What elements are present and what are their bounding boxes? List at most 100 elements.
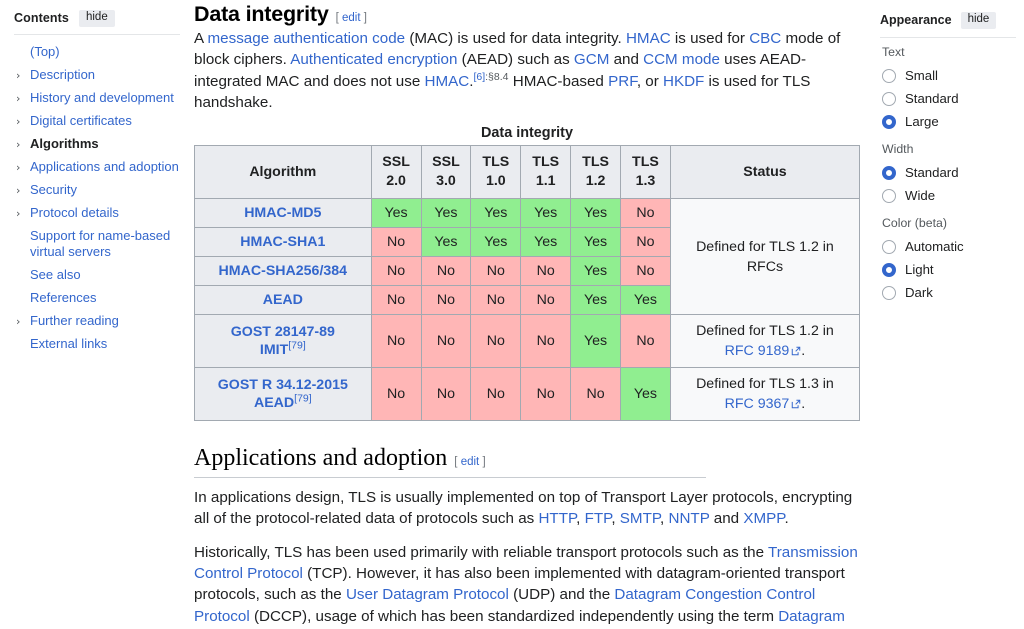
edit-link[interactable]: edit bbox=[342, 12, 361, 24]
header-label-line1: TLS bbox=[532, 154, 560, 171]
radio-unselected-icon[interactable] bbox=[882, 69, 896, 83]
table-header-cell: TLS 1.1 bbox=[520, 145, 572, 200]
link-udp[interactable]: User Datagram Protocol bbox=[346, 586, 509, 603]
radio-selected-icon[interactable] bbox=[882, 115, 896, 129]
link-gcm[interactable]: GCM bbox=[574, 51, 609, 68]
sidebar-item-algorithms[interactable]: Algorithms bbox=[14, 133, 182, 156]
appearance-option-light[interactable]: Light bbox=[880, 259, 1016, 282]
support-cell: No bbox=[470, 285, 522, 316]
text-fragment: and bbox=[609, 51, 644, 69]
appearance-option-automatic[interactable]: Automatic bbox=[880, 236, 1016, 259]
article-page: Contents hide (Top) › Description › History … bbox=[0, 0, 1024, 629]
citation-page: :§8.4 bbox=[485, 70, 509, 83]
chevron-right-icon[interactable]: › bbox=[16, 183, 20, 199]
algorithm-cell[interactable]: GOST 28147-89 IMIT[79] bbox=[194, 314, 372, 369]
toc-hide-button[interactable]: hide bbox=[78, 10, 115, 27]
appearance-group-label: Width bbox=[882, 141, 914, 156]
link-http[interactable]: HTTP bbox=[538, 510, 576, 527]
sidebar-item-see-also[interactable]: See also bbox=[14, 264, 182, 287]
sidebar-item-references[interactable]: References bbox=[14, 287, 182, 310]
chevron-right-icon[interactable]: › bbox=[16, 160, 20, 176]
rfc-link[interactable]: RFC 9189 bbox=[725, 343, 790, 359]
support-cell: Yes bbox=[570, 198, 622, 229]
radio-unselected-icon[interactable] bbox=[882, 189, 896, 203]
link-ccm-mode[interactable]: CCM mode bbox=[643, 51, 720, 68]
bracket-close: ] bbox=[482, 456, 486, 469]
appearance-group-spacer bbox=[880, 305, 1016, 309]
appearance-option-small[interactable]: Small bbox=[880, 65, 1016, 88]
radio-unselected-icon[interactable] bbox=[882, 240, 896, 254]
support-cell: No bbox=[620, 198, 671, 229]
appearance-option-label: Small bbox=[905, 68, 938, 83]
header-label-line2: 1.1 bbox=[535, 173, 556, 190]
link-xmpp[interactable]: XMPP bbox=[743, 510, 784, 527]
table-row: GOST 28147-89 IMIT[79] No No No No Yes No Define… bbox=[194, 314, 861, 369]
text-fragment: . bbox=[784, 510, 789, 528]
applications-paragraph-1: In applications design, TLS is usually i… bbox=[194, 487, 862, 530]
support-cell: Yes bbox=[570, 227, 622, 258]
link-hmac-2[interactable]: HMAC bbox=[425, 73, 470, 90]
chevron-right-icon[interactable]: › bbox=[16, 137, 20, 153]
link-message-authentication-code[interactable]: message authentication code bbox=[208, 30, 406, 47]
sidebar-item-applications-and-adoption[interactable]: Applications and adoption bbox=[14, 156, 182, 179]
text-fragment: (MAC) is used for data integrity. bbox=[405, 30, 626, 47]
appearance-hide-button[interactable]: hide bbox=[960, 12, 997, 29]
link-hkdf[interactable]: HKDF bbox=[663, 73, 704, 90]
toc-item: References bbox=[14, 287, 182, 310]
appearance-option-wide[interactable]: Wide bbox=[880, 185, 1016, 208]
support-cell: Yes bbox=[420, 227, 472, 258]
sidebar-item-external-links[interactable]: External links bbox=[14, 333, 182, 356]
radio-unselected-icon[interactable] bbox=[882, 286, 896, 300]
data-integrity-paragraph: A message authentication code (MAC) is u… bbox=[194, 28, 862, 113]
edit-link-applications[interactable]: edit bbox=[461, 456, 480, 468]
sidebar-item-protocol-details[interactable]: Protocol details bbox=[14, 202, 182, 225]
algorithm-cell[interactable]: GOST R 34.12-2015 AEAD[79] bbox=[194, 367, 372, 422]
status-cell: Defined for TLS 1.3 in RFC 9367. bbox=[669, 367, 861, 422]
link-prf[interactable]: PRF bbox=[608, 73, 637, 90]
citation-ref[interactable]: [79] bbox=[294, 392, 312, 404]
link-nntp[interactable]: NNTP bbox=[668, 510, 709, 527]
appearance-group-label: Text bbox=[882, 44, 905, 59]
algorithm-cell[interactable]: HMAC-SHA1 bbox=[194, 227, 372, 258]
citation-link[interactable]: [6] bbox=[473, 71, 485, 83]
chevron-right-icon[interactable]: › bbox=[16, 114, 20, 130]
header-label-line1: SSL bbox=[432, 154, 460, 171]
citation-ref[interactable]: [79] bbox=[288, 339, 306, 351]
appearance-option-dark[interactable]: Dark bbox=[880, 282, 1016, 305]
chevron-right-icon[interactable]: › bbox=[16, 91, 20, 107]
sidebar-item-support-for-name-based-virtual-servers[interactable]: Support for name-based virtual servers bbox=[14, 225, 182, 264]
status-cell: Defined for TLS 1.2 in RFCs bbox=[669, 198, 861, 316]
support-cell: Yes bbox=[570, 285, 622, 316]
chevron-right-icon[interactable]: › bbox=[16, 314, 20, 330]
sidebar-item-security[interactable]: Security bbox=[14, 179, 182, 202]
table-row: HMAC-MD5 Yes Yes Yes Yes Yes No Defined for TLS… bbox=[194, 198, 861, 316]
link-authenticated-encryption[interactable]: Authenticated encryption bbox=[290, 51, 457, 68]
radio-unselected-icon[interactable] bbox=[882, 92, 896, 106]
sidebar-item-description[interactable]: Description bbox=[14, 64, 182, 87]
sidebar-item-history-and-development[interactable]: History and development bbox=[14, 87, 182, 110]
link-cbc[interactable]: CBC bbox=[749, 30, 781, 47]
text-fragment: (AEAD) such as bbox=[457, 51, 574, 69]
algorithm-cell[interactable]: HMAC-MD5 bbox=[194, 198, 372, 229]
rfc-link[interactable]: RFC 9367 bbox=[725, 396, 790, 412]
radio-selected-icon[interactable] bbox=[882, 263, 896, 277]
table-caption: Data integrity bbox=[481, 125, 573, 142]
sidebar-item-further-reading[interactable]: Further reading bbox=[14, 310, 182, 333]
link-ftp[interactable]: FTP bbox=[585, 510, 612, 527]
chevron-right-icon[interactable]: › bbox=[16, 206, 20, 222]
sidebar-item-digital-certificates[interactable]: Digital certificates bbox=[14, 110, 182, 133]
chevron-right-icon[interactable]: › bbox=[16, 68, 20, 84]
appearance-option-standard[interactable]: Standard bbox=[880, 88, 1016, 111]
radio-selected-icon[interactable] bbox=[882, 166, 896, 180]
appearance-option-standard[interactable]: Standard bbox=[880, 162, 1016, 185]
status-text: Defined for TLS 1.2 in bbox=[696, 323, 834, 340]
link-smtp[interactable]: SMTP bbox=[620, 510, 660, 527]
header-label-line2: 1.0 bbox=[485, 173, 506, 190]
table-head: Algorithm SSL 2.0 SSL 3.0 TLS 1.0 TLS 1.1 TLS 1.2 T… bbox=[194, 145, 861, 200]
algorithm-cell[interactable]: HMAC-SHA256/384 bbox=[194, 256, 372, 287]
sidebar-item-top[interactable]: (Top) bbox=[14, 41, 182, 64]
toc-item: › History and development bbox=[14, 87, 182, 110]
algorithm-cell[interactable]: AEAD bbox=[194, 285, 372, 316]
link-hmac[interactable]: HMAC bbox=[626, 30, 671, 47]
appearance-option-large[interactable]: Large bbox=[880, 111, 1016, 134]
